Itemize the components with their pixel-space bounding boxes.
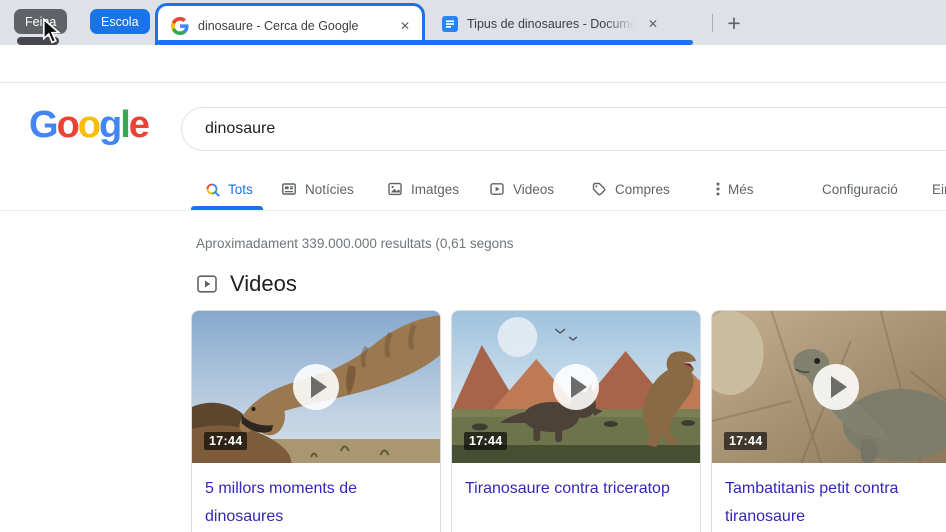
tab-title: dinosaure - Cerca de Google xyxy=(198,18,359,33)
video-thumbnail-dinosaure[interactable]: 17:44 xyxy=(192,311,440,463)
tab-group-chip-escola[interactable]: Escola xyxy=(90,9,150,34)
news-icon xyxy=(282,183,296,195)
tabs-divider xyxy=(0,210,946,211)
tab-compres[interactable]: Compres xyxy=(591,176,670,202)
google-logo: Google xyxy=(29,104,150,147)
image-icon xyxy=(388,182,402,196)
tools-label: Eines xyxy=(932,181,946,197)
tab-compres-label: Compres xyxy=(615,181,670,197)
close-icon[interactable]: ✕ xyxy=(644,15,662,33)
close-icon[interactable]: ✕ xyxy=(396,17,414,35)
search-query: dinosaure xyxy=(205,120,276,137)
logo-letter: G xyxy=(29,104,59,146)
tab-imatges[interactable]: Imatges xyxy=(387,176,459,202)
result-stats: Aproximadament 339.000.000 resultats (0,… xyxy=(196,236,514,251)
settings-label: Configuració xyxy=(822,181,898,197)
settings-link[interactable]: Configuració xyxy=(822,176,898,202)
tab-separator xyxy=(712,14,713,32)
tab-title: Tipus de dinosaures - Document xyxy=(467,17,635,31)
logo-letter: e xyxy=(128,104,150,146)
browser-toolbar xyxy=(0,45,946,83)
tab-mes-label: Més xyxy=(728,181,754,197)
video-card[interactable]: 17:44 Tambatitanis petit contra tiranosa… xyxy=(711,310,946,532)
video-section-icon xyxy=(197,275,217,293)
video-duration-badge: 17:44 xyxy=(724,432,768,450)
tab-tots[interactable]: Tots xyxy=(204,176,253,202)
tab-videos[interactable]: Videos xyxy=(489,176,554,202)
video-title-link[interactable]: 5 millors moments de dinosaures xyxy=(192,463,440,531)
logo-letter: g xyxy=(99,104,122,146)
videos-heading-text: Videos xyxy=(230,271,297,296)
play-button[interactable] xyxy=(813,364,859,410)
video-duration-badge: 17:44 xyxy=(464,432,508,450)
tab-group-escola-label: Escola xyxy=(101,14,139,29)
play-button[interactable] xyxy=(553,364,599,410)
browser-window: Feina Escola dinosaure - Cerca de Google… xyxy=(0,0,946,532)
google-docs-icon xyxy=(442,16,458,32)
tab-imatges-label: Imatges xyxy=(411,181,460,197)
tab-mes[interactable]: Més xyxy=(716,176,754,202)
more-vertical-icon xyxy=(716,182,720,196)
tab-dinosaure-search[interactable]: dinosaure - Cerca de Google ✕ xyxy=(155,3,425,45)
video-card[interactable]: 17:44 Tiranosaure contra triceratop xyxy=(451,310,701,532)
play-button[interactable] xyxy=(293,364,339,410)
tab-tots-label: Tots xyxy=(228,181,253,197)
logo-letter: o xyxy=(56,104,80,146)
videos-section-heading: Videos xyxy=(196,271,297,297)
search-icon xyxy=(206,183,220,197)
tab-docs-dinosaures[interactable]: Tipus de dinosaures - Document ✕ xyxy=(432,7,694,41)
logo-letter: o xyxy=(77,104,101,146)
tab-noticies-label: Notícies xyxy=(305,181,354,197)
tools-link[interactable]: Eines xyxy=(932,176,946,202)
mouse-cursor xyxy=(42,18,61,44)
video-thumbnail-tambatitanis[interactable]: 17:44 xyxy=(712,311,946,463)
logo-letter: l xyxy=(120,104,130,146)
google-g-icon xyxy=(171,16,189,35)
tab-noticies[interactable]: Notícies xyxy=(281,176,354,202)
tag-icon xyxy=(592,182,606,196)
tab-group-escola-underline xyxy=(157,40,693,45)
video-title-link[interactable]: Tambatitanis petit contra tiranosaure xyxy=(712,463,946,531)
video-title-link[interactable]: Tiranosaure contra triceratop xyxy=(452,463,700,503)
new-tab-button[interactable]: + xyxy=(720,9,748,37)
video-icon xyxy=(490,183,504,195)
tab-videos-label: Videos xyxy=(513,181,555,197)
video-duration-badge: 17:44 xyxy=(204,432,248,450)
search-input[interactable]: dinosaure xyxy=(181,107,946,151)
video-card[interactable]: 17:44 5 millors moments de dinosaures xyxy=(191,310,441,532)
tab-strip: Feina Escola dinosaure - Cerca de Google… xyxy=(0,0,946,45)
video-thumbnail-tiranosaure[interactable]: 17:44 xyxy=(452,311,700,463)
